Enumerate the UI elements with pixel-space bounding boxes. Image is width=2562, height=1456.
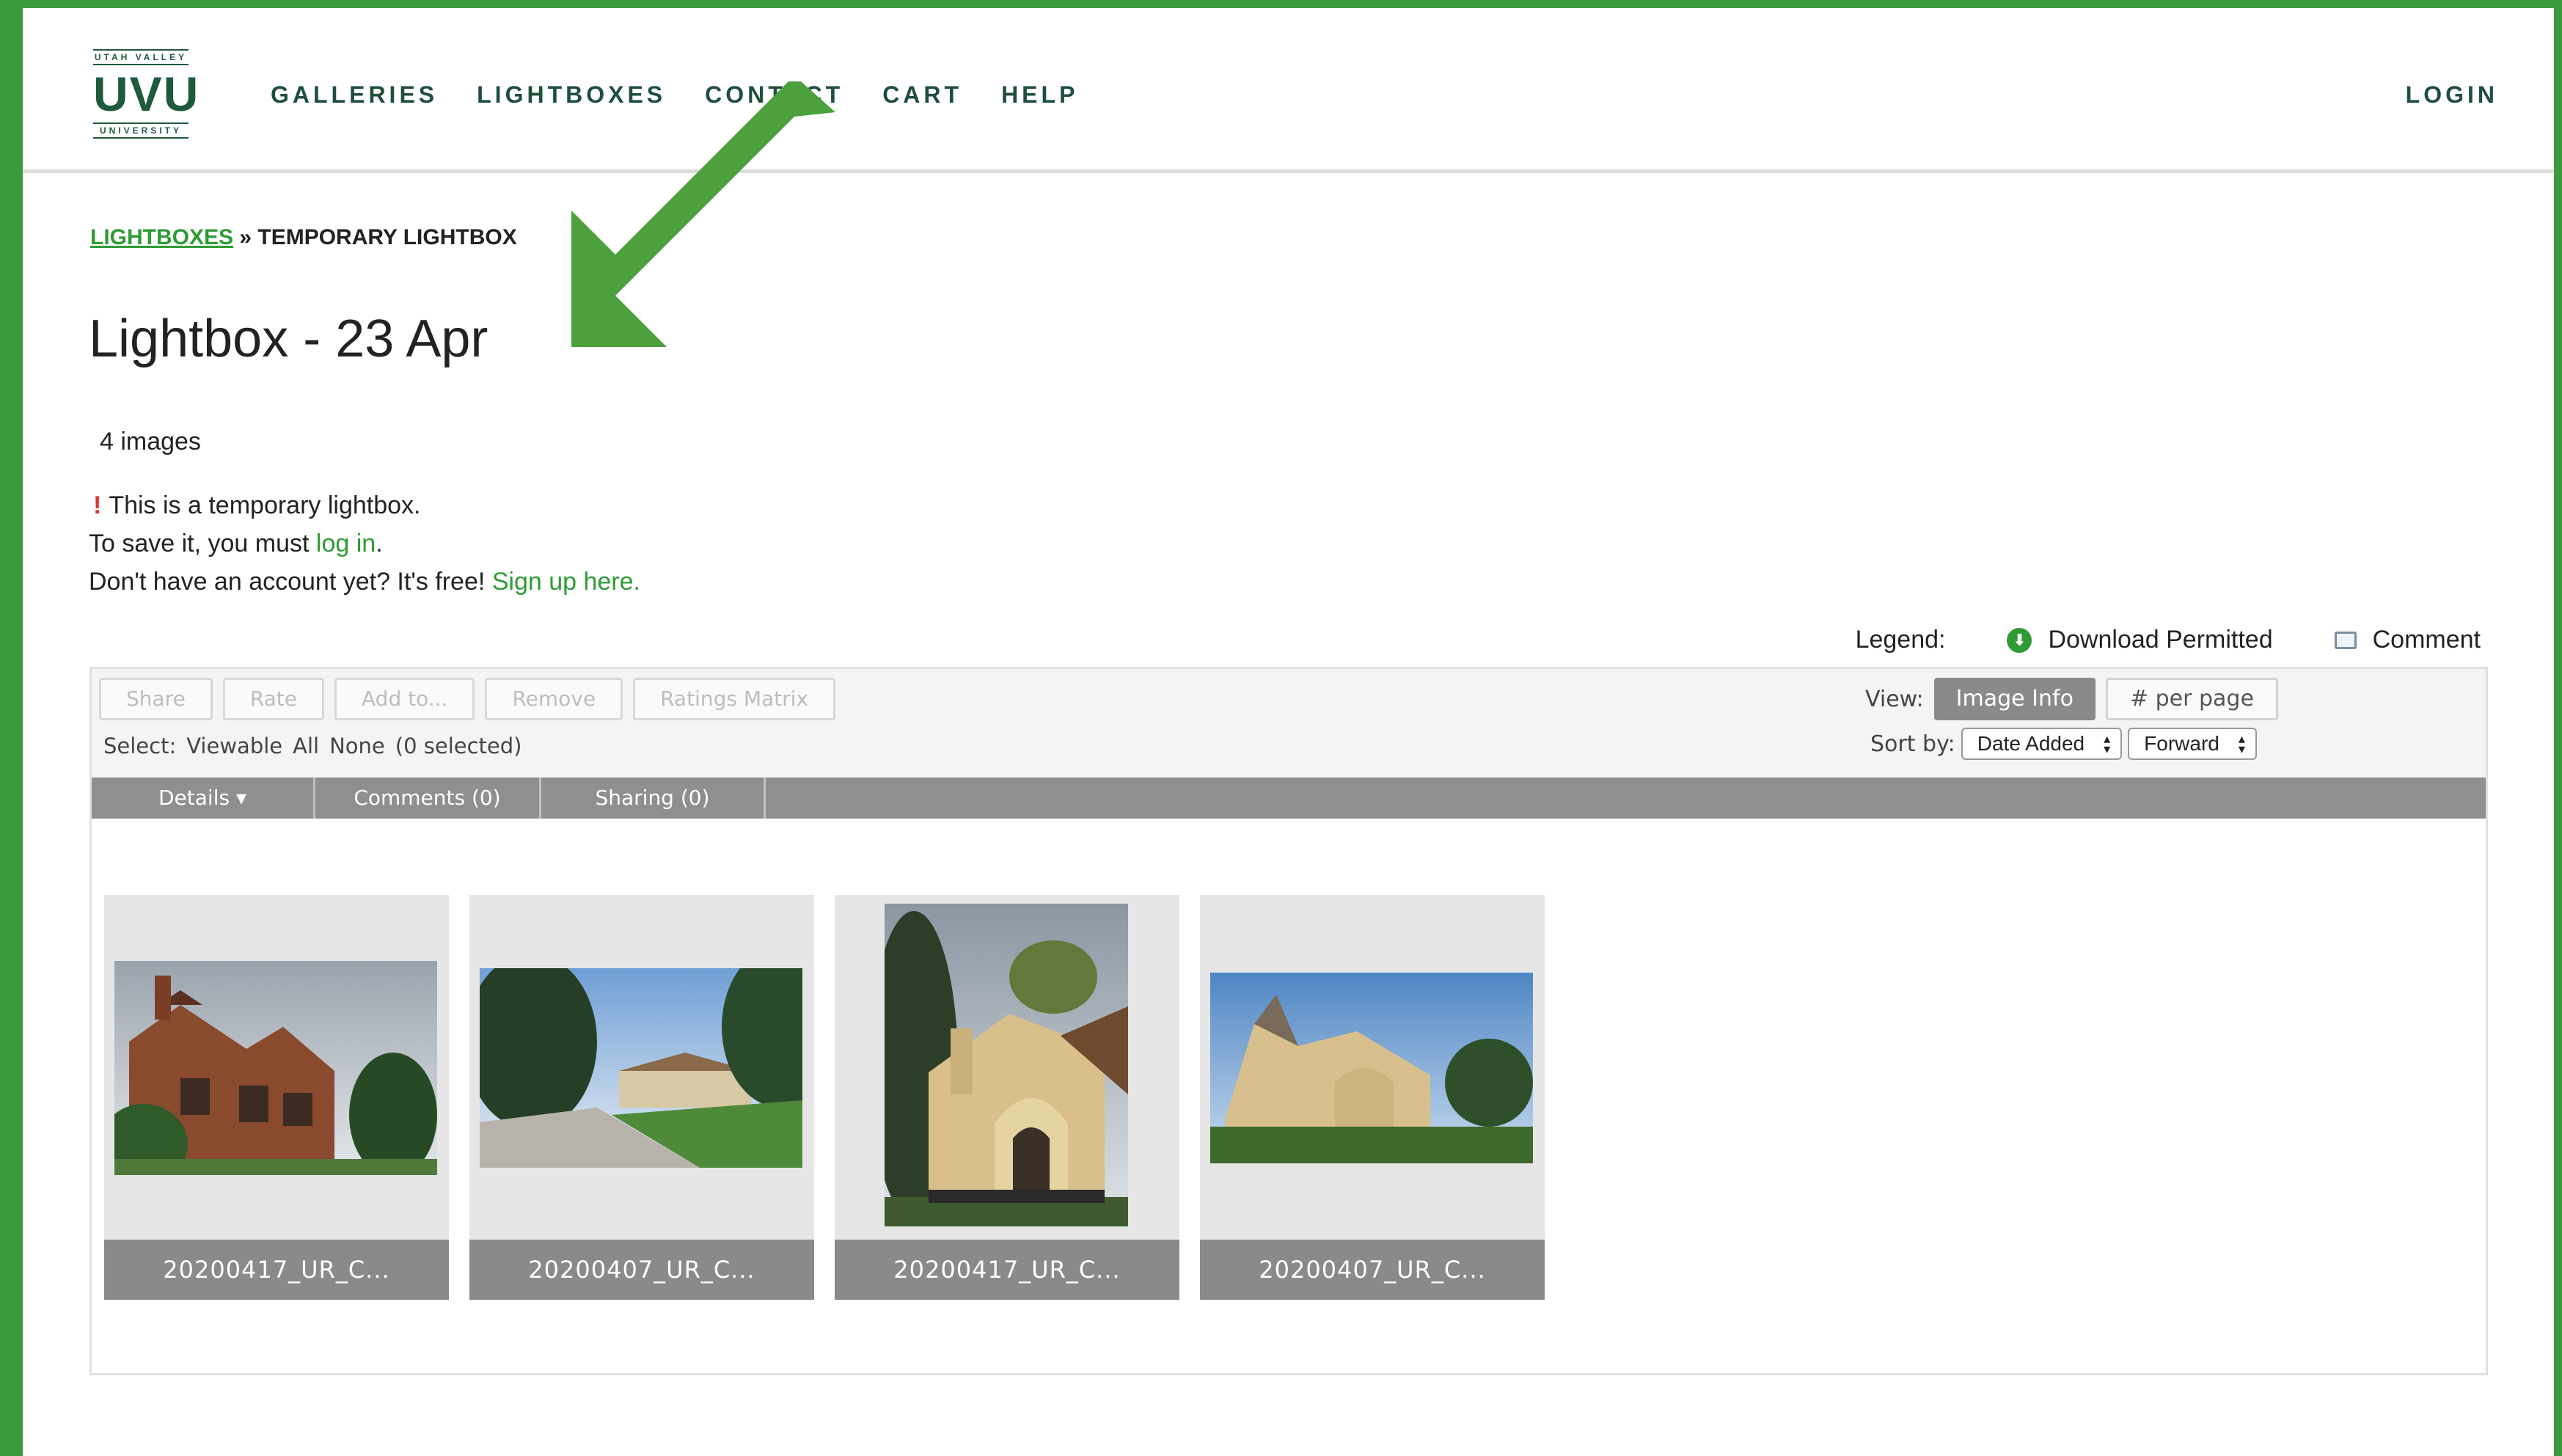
select-label: Select: [103, 734, 177, 758]
nav-galleries[interactable]: GALLERIES [271, 81, 438, 109]
view-controls: View: Image Info # per page [1865, 678, 2278, 720]
updown-caret-icon: ▴ ▾ [2104, 731, 2111, 756]
thumbnail-card[interactable]: 20200407_UR_C... [469, 895, 814, 1300]
tab-details[interactable]: Details ▾ [92, 778, 315, 819]
select-all-link[interactable]: All [293, 734, 319, 758]
notice-line-3: Don't have an account yet? It's free! [89, 568, 492, 596]
thumbnail-caption: 20200407_UR_C... [1200, 1240, 1545, 1300]
browser-page: UTAH VALLEY UVU UNIVERSITY GALLERIES LIG… [23, 8, 2554, 1456]
legend: Legend: ⬇ Download Permitted Comment [1856, 626, 2481, 654]
sort-direction-select[interactable]: Forward ▴ ▾ [2128, 728, 2257, 760]
sort-direction-value: Forward [2144, 732, 2219, 755]
sort-field-value: Date Added [1977, 732, 2085, 755]
sort-label: Sort by: [1870, 731, 1955, 757]
thumbnail-caption: 20200407_UR_C... [469, 1240, 814, 1300]
page-title: Lightbox - 23 Apr [89, 310, 488, 368]
lightbox-panel: Share Rate Add to... Remove Ratings Matr… [89, 667, 2488, 1375]
thumbnail-card[interactable]: 20200417_UR_C... [835, 895, 1179, 1300]
login-inline-link[interactable]: log in [316, 530, 376, 557]
tab-comments[interactable]: Comments (0) [315, 778, 541, 819]
logo-top-text: UTAH VALLEY [93, 49, 189, 65]
annotation-arrow-icon [571, 81, 835, 347]
image-count: 4 images [100, 428, 201, 456]
logo-main-text: UVU [93, 67, 200, 121]
add-to-button[interactable]: Add to... [334, 678, 475, 720]
view-label: View: [1865, 686, 1924, 712]
comment-icon [2334, 631, 2357, 649]
breadcrumb: LIGHTBOXES » TEMPORARY LIGHTBOX [90, 225, 517, 250]
download-permitted-icon: ⬇ [2007, 627, 2032, 653]
breadcrumb-separator: » [233, 225, 258, 249]
selected-count: (0 selected) [395, 734, 522, 758]
thumbnail-caption: 20200417_UR_C... [835, 1240, 1179, 1300]
select-row: Select: Viewable All None (0 selected) [103, 734, 521, 758]
thumbnail-image [1210, 973, 1533, 1163]
image-info-button[interactable]: Image Info [1933, 678, 2096, 720]
breadcrumb-current: TEMPORARY LIGHTBOX [257, 225, 517, 249]
legend-label: Legend: [1855, 626, 1946, 654]
notice-line-2: To save it, you must [89, 530, 316, 557]
thumbnail-caption: 20200417_UR_C... [104, 1240, 449, 1300]
thumbnail-card[interactable]: 20200407_UR_C... [1200, 895, 1545, 1300]
notice-period: . [376, 530, 383, 557]
remove-button[interactable]: Remove [485, 678, 623, 720]
legend-comment: Comment [2372, 626, 2481, 654]
tab-sharing[interactable]: Sharing (0) [541, 778, 766, 819]
sort-field-select[interactable]: Date Added ▴ ▾ [1961, 728, 2123, 760]
logo-bottom-text: UNIVERSITY [93, 122, 189, 139]
temporary-lightbox-notice: ! This is a temporary lightbox. To save i… [89, 486, 640, 601]
nav-cart[interactable]: CART [882, 81, 962, 109]
thumbnail-image [480, 968, 802, 1168]
thumbnail-card[interactable]: 20200417_UR_C... [104, 895, 449, 1300]
login-link[interactable]: LOGIN [2406, 81, 2498, 109]
updown-caret-icon: ▴ ▾ [2238, 731, 2245, 756]
sort-controls: Sort by: Date Added ▴ ▾ Forward ▴ ▾ [1870, 728, 2257, 760]
thumbnail-image [885, 904, 1128, 1226]
ratings-matrix-button[interactable]: Ratings Matrix [633, 678, 836, 720]
per-page-button[interactable]: # per page [2105, 678, 2278, 720]
warning-icon: ! [93, 491, 102, 519]
signup-link[interactable]: Sign up here. [492, 568, 640, 596]
uvu-logo[interactable]: UTAH VALLEY UVU UNIVERSITY [93, 49, 200, 142]
breadcrumb-lightboxes-link[interactable]: LIGHTBOXES [90, 225, 233, 249]
lightbox-toolbar: Share Rate Add to... Remove Ratings Matr… [92, 669, 2486, 778]
legend-download: Download Permitted [2048, 626, 2273, 654]
rate-button[interactable]: Rate [222, 678, 325, 720]
share-button[interactable]: Share [99, 678, 213, 720]
action-buttons: Share Rate Add to... Remove Ratings Matr… [99, 678, 836, 720]
select-viewable-link[interactable]: Viewable [186, 734, 282, 758]
notice-line-1: This is a temporary lightbox. [109, 491, 421, 519]
thumbnail-image [114, 961, 437, 1175]
nav-help[interactable]: HELP [1001, 81, 1078, 109]
select-none-link[interactable]: None [329, 734, 385, 758]
lightbox-tabs: Details ▾ Comments (0) Sharing (0) [92, 778, 2486, 819]
site-header: UTAH VALLEY UVU UNIVERSITY GALLERIES LIG… [23, 8, 2554, 173]
